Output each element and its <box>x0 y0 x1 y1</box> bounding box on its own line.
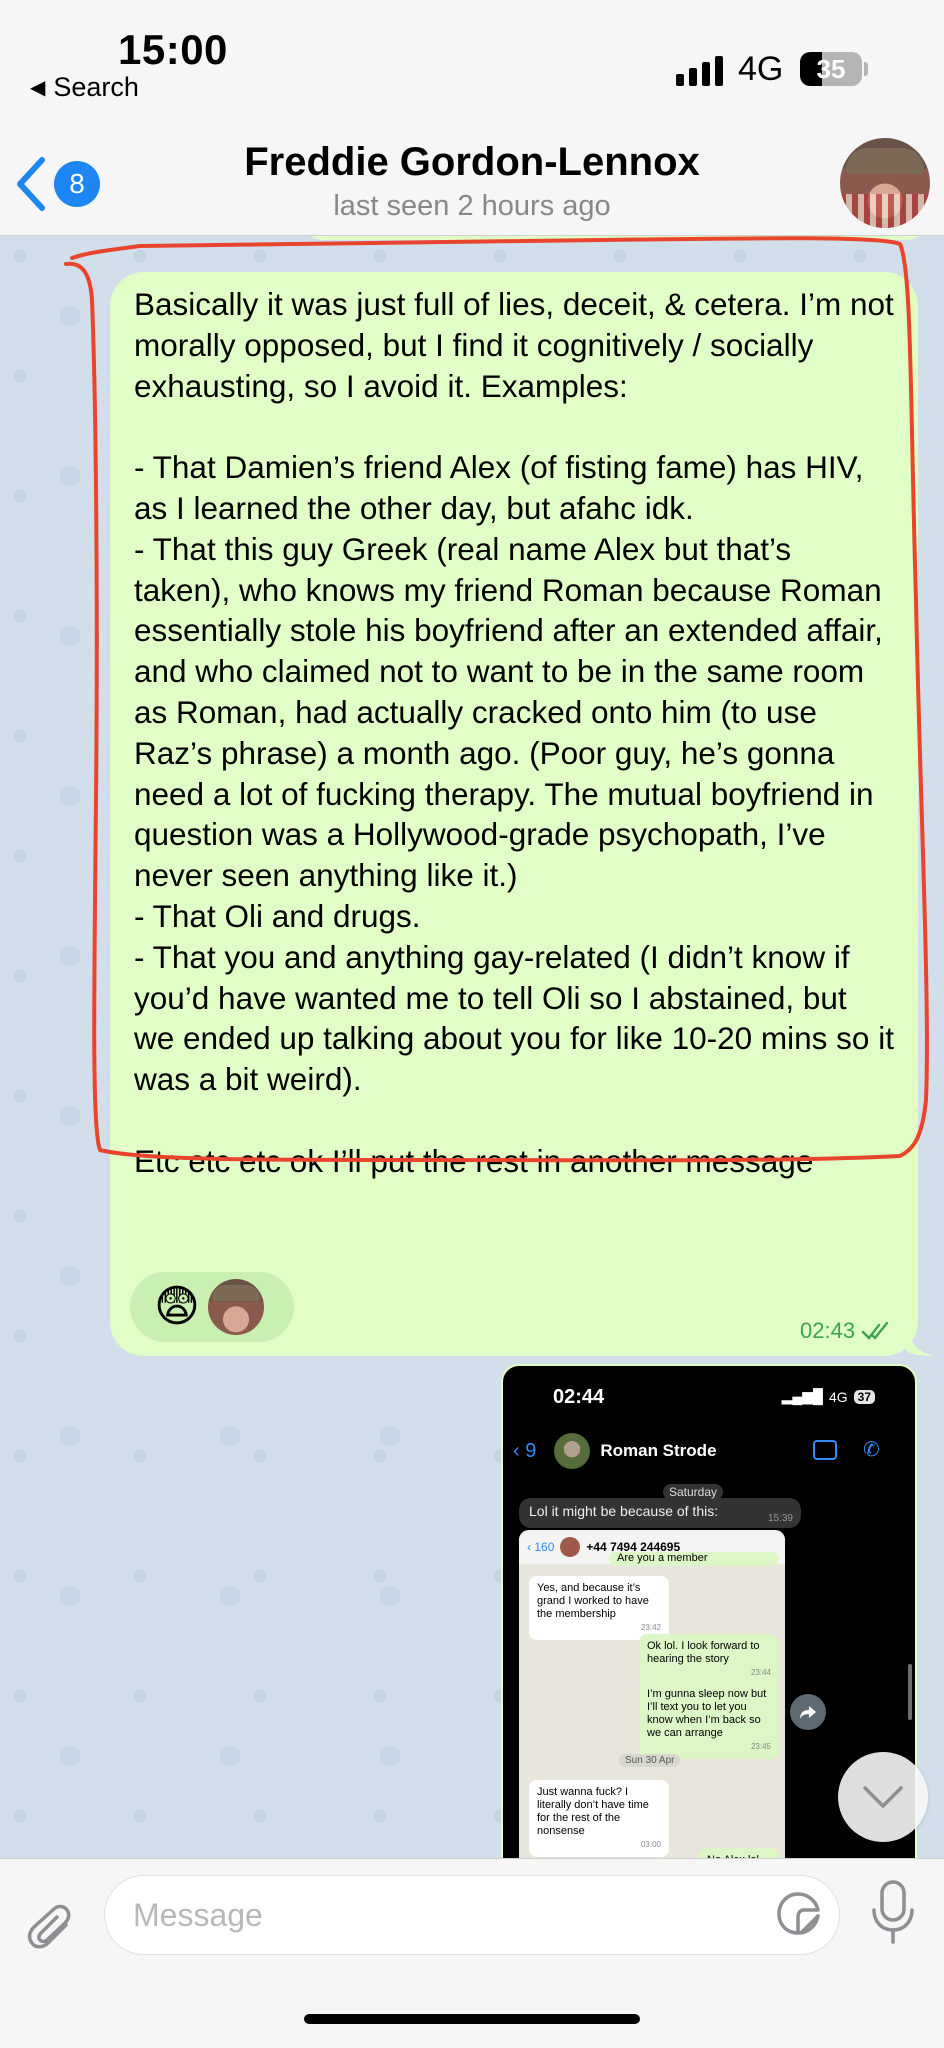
screenshot-clock: 02:44 <box>553 1386 605 1408</box>
forward-share-button[interactable] <box>790 1694 826 1730</box>
message-input[interactable] <box>133 1892 753 1938</box>
media-scroll-indicator <box>908 1664 912 1720</box>
paperclip-icon[interactable] <box>26 1903 78 1955</box>
battery-tip <box>864 62 868 76</box>
screenshot-network: 4G <box>828 1388 848 1405</box>
fearful-face-reaction: 😨 <box>154 1282 200 1331</box>
status-bar: 15:00 ◀ Search 4G 35 <box>0 0 944 120</box>
nested-whatsapp-screenshot: ‹ 160 +44 7494 244695 Are you a member Y… <box>519 1530 785 1862</box>
reactor-avatar <box>207 1279 264 1335</box>
contact-name[interactable]: Freddie Gordon-Lennox <box>150 140 794 185</box>
back-to-app-link[interactable]: ◀ Search <box>30 72 139 103</box>
clock: 15:00 <box>118 26 228 73</box>
chevron-down-icon <box>863 1786 903 1808</box>
screenshot-contact-name: Roman Strode <box>600 1441 717 1460</box>
avatar-hat <box>846 148 924 174</box>
message-field[interactable] <box>104 1875 840 1955</box>
screenshot-quoted-message: Lol it might be because of this: 15:39 <box>519 1498 801 1528</box>
screenshot-chat-header: ‹ 9 Roman Strode ✆ <box>503 1426 915 1476</box>
back-app-label: Search <box>53 72 139 102</box>
double-check-icon <box>861 1321 889 1340</box>
last-seen-status: last seen 2 hours ago <box>333 190 611 222</box>
sticker-icon[interactable] <box>774 1888 824 1938</box>
back-triangle-icon: ◀ <box>30 77 46 99</box>
nested-bubble-2: Ok lol. I look forward to hearing the st… <box>639 1634 779 1685</box>
battery-percent: 35 <box>816 54 846 84</box>
screenshot-avatar <box>554 1433 591 1469</box>
message-meta: 02:43 <box>800 1318 891 1344</box>
network-type: 4G <box>738 50 784 88</box>
scroll-to-bottom-button[interactable] <box>838 1752 928 1842</box>
screenshot-battery: 37 <box>853 1389 875 1404</box>
chevron-left-icon <box>17 157 45 211</box>
screenshot-signal-icon: ▂▄▆█ <box>781 1388 823 1404</box>
share-arrow-icon <box>800 1706 816 1719</box>
avatar-shirt <box>840 194 930 228</box>
home-indicator <box>304 2014 640 2024</box>
chat-header: 8 Freddie Gordon-Lennox last seen 2 hour… <box>0 120 944 236</box>
signal-icon <box>676 56 723 86</box>
battery-icon: 35 <box>800 52 862 86</box>
message-text: Basically it was just full of lies, dece… <box>134 286 894 1179</box>
bubble-tail <box>906 1320 934 1356</box>
nested-date-label: Sun 30 Apr <box>619 1754 681 1767</box>
screenshot-status: ▂▄▆█ 4G 37 <box>782 1388 875 1405</box>
nested-bubble-cut: Are you a member <box>609 1552 779 1566</box>
screenshot-back: ‹ 9 <box>513 1439 537 1462</box>
screenshot-day-label: Saturday <box>663 1484 724 1500</box>
video-call-icon <box>813 1440 837 1460</box>
reactions-pill[interactable]: 😨 <box>130 1272 294 1342</box>
nested-bubble-1: Yes, and because it’s grand I worked to … <box>529 1576 669 1640</box>
nested-bubble-3: I’m gunna sleep now but I’ll text you to… <box>639 1682 779 1759</box>
phone-icon: ✆ <box>863 1439 880 1461</box>
microphone-icon[interactable] <box>866 1878 920 1948</box>
message-time: 02:43 <box>800 1318 856 1343</box>
nested-bubble-4: Just wanna fuck? I literally don’t have … <box>529 1780 669 1857</box>
back-button[interactable]: 8 <box>14 156 100 212</box>
nested-avatar <box>560 1537 581 1557</box>
unread-badge: 8 <box>54 161 100 207</box>
contact-avatar[interactable] <box>840 138 930 228</box>
